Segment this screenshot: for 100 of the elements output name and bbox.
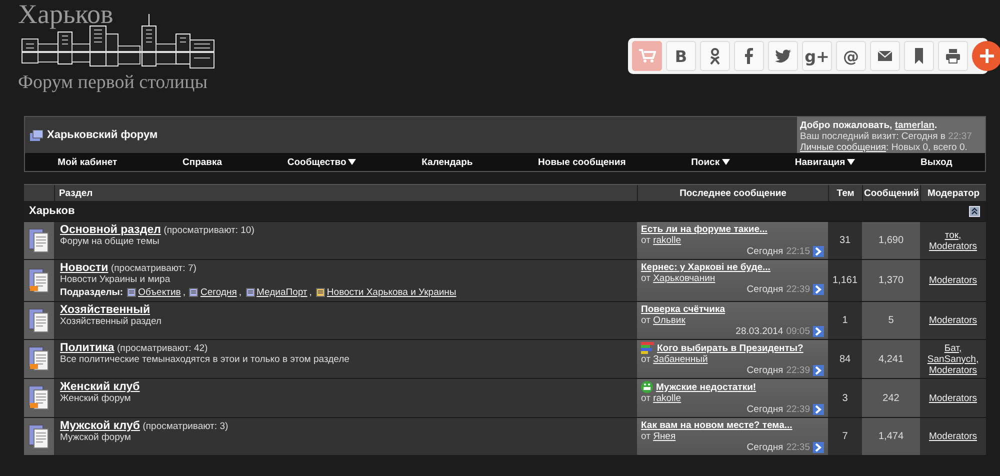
- author-link[interactable]: Забаненный: [653, 354, 708, 365]
- post-date: Сегодня: [746, 404, 784, 415]
- logo-subtitle: Форум первой столицы: [18, 72, 208, 94]
- post-count: 1,690: [862, 222, 920, 259]
- thread-count: 1: [828, 302, 862, 339]
- share-button[interactable]: [904, 41, 934, 71]
- go-to-post-icon[interactable]: [813, 284, 824, 295]
- twitter-icon: [774, 47, 792, 65]
- post-count: 4,241: [862, 340, 920, 378]
- last-post-link[interactable]: Мужские недостатки!: [656, 382, 756, 392]
- separator: ,: [309, 287, 312, 298]
- post-date: Сегодня: [746, 365, 784, 376]
- share-button[interactable]: @: [836, 41, 866, 71]
- go-to-post-icon[interactable]: [813, 365, 824, 376]
- last-post-link[interactable]: Как вам на новом месте? тема...: [641, 420, 792, 431]
- forum-description: Женский форум: [60, 393, 132, 404]
- forum-link[interactable]: Политика: [60, 342, 114, 354]
- forum-link[interactable]: Мужской клуб: [60, 420, 140, 432]
- moderator-link[interactable]: Moderators: [928, 364, 978, 376]
- moderator-link[interactable]: Бат,: [944, 342, 962, 354]
- go-to-post-icon[interactable]: [813, 246, 824, 257]
- collapse-icon[interactable]: [969, 206, 980, 216]
- post-count: 1,370: [862, 260, 920, 301]
- subforum-link[interactable]: Новости Харькова и Украины: [326, 287, 456, 298]
- subforum-link[interactable]: МедиаПорт: [256, 287, 308, 298]
- viewer-count: (просматривают: 3): [142, 421, 228, 432]
- separator: ,: [182, 287, 186, 298]
- post-time: 22:15: [786, 246, 810, 257]
- post-time: 22:39: [786, 365, 810, 376]
- share-button[interactable]: [700, 41, 730, 71]
- nav-link[interactable]: Справка: [182, 156, 222, 168]
- post-count: 5: [862, 302, 920, 339]
- moderator-link[interactable]: Moderators: [928, 275, 978, 286]
- moderator-link[interactable]: Moderators: [928, 315, 978, 326]
- forum-home-icon: [30, 130, 43, 140]
- caret-icon: [847, 159, 856, 165]
- nav-link[interactable]: Поиск: [691, 156, 730, 168]
- post-count: 242: [862, 379, 920, 417]
- last-post-link[interactable]: Поверка счётчика: [641, 304, 725, 315]
- post-time: 22:39: [786, 284, 810, 295]
- caret-icon: [722, 159, 730, 165]
- share-button[interactable]: g+: [802, 41, 832, 71]
- go-to-post-icon[interactable]: [813, 442, 824, 453]
- share-button[interactable]: B: [666, 41, 696, 71]
- post-date: Сегодня: [746, 284, 784, 295]
- author-link[interactable]: rakolle: [653, 393, 682, 404]
- nav-link[interactable]: Навигация: [794, 156, 856, 168]
- nav-link[interactable]: Новые сообщения: [538, 156, 626, 168]
- post-time: 22:35: [786, 442, 810, 453]
- username-link[interactable]: tamerlan: [894, 120, 934, 131]
- print-icon: [944, 47, 962, 65]
- subforum-link[interactable]: Сегодня: [200, 287, 237, 298]
- thread-count: 31: [828, 222, 862, 259]
- welcome-text: Добро пожаловать, tamerlan.: [800, 120, 938, 131]
- caret-icon: [348, 159, 356, 165]
- moderator-link[interactable]: Moderators: [928, 392, 978, 404]
- go-to-post-icon[interactable]: [813, 326, 824, 337]
- share-button[interactable]: [734, 41, 764, 71]
- share-button[interactable]: [870, 41, 900, 71]
- post-time: 09:05: [786, 326, 810, 337]
- post-time: 22:39: [786, 404, 810, 415]
- nav-link[interactable]: Сообщество: [287, 156, 356, 168]
- moderator-link[interactable]: Moderators: [928, 431, 978, 442]
- from-label: от: [641, 273, 650, 284]
- private-messages-link[interactable]: Личные сообщения: [800, 142, 886, 153]
- from-label: от: [641, 431, 650, 442]
- from-label: от: [641, 393, 650, 404]
- post-count: 1,474: [862, 418, 920, 455]
- logo-title: Харьков: [18, 0, 114, 28]
- forum-link[interactable]: Женский клуб: [60, 381, 140, 393]
- moderator-link[interactable]: ток,: [944, 230, 962, 240]
- nav-link[interactable]: Календарь: [422, 156, 473, 168]
- moderator-link[interactable]: SanSanych,: [927, 354, 979, 364]
- share-button[interactable]: [768, 41, 798, 71]
- author-link[interactable]: Янея: [653, 431, 676, 442]
- last-post-link[interactable]: Кого выбирать в Президенты?: [657, 342, 804, 354]
- forum-link[interactable]: Хозяйственный: [60, 304, 150, 316]
- nav-link[interactable]: Мой кабинет: [58, 156, 118, 168]
- nav-link[interactable]: Выход: [920, 156, 952, 168]
- last-post-link[interactable]: Кернес: у Харкові не буде...: [641, 262, 770, 273]
- from-label: от: [641, 315, 650, 326]
- plus-button[interactable]: [972, 41, 1000, 71]
- forum-link[interactable]: Основной раздел: [60, 224, 161, 236]
- author-link[interactable]: rakolle: [653, 235, 682, 246]
- go-to-post-icon[interactable]: [813, 404, 824, 415]
- thread-count: 1,161: [828, 260, 862, 301]
- forum-description: Новости Украины и мира: [60, 274, 172, 285]
- forum-link[interactable]: Новости: [60, 262, 108, 274]
- author-link[interactable]: Ольвик: [653, 315, 686, 326]
- messages-text: Личные сообщения: Новых 0, всего 0.: [800, 142, 968, 153]
- post-date: 28.03.2014: [736, 326, 784, 337]
- author-link[interactable]: Харьковчанин: [653, 273, 716, 284]
- post-date: Сегодня: [746, 442, 784, 453]
- moderator-link[interactable]: Moderators: [928, 240, 978, 252]
- smiley-icon: [641, 381, 653, 393]
- share-button[interactable]: [938, 41, 968, 71]
- last-post-link[interactable]: Есть ли на форуме такие...: [641, 224, 768, 235]
- subforum-link[interactable]: Объектив: [138, 287, 181, 298]
- thread-count: 3: [828, 379, 862, 417]
- viewer-count: (просматривают: 42): [117, 343, 208, 354]
